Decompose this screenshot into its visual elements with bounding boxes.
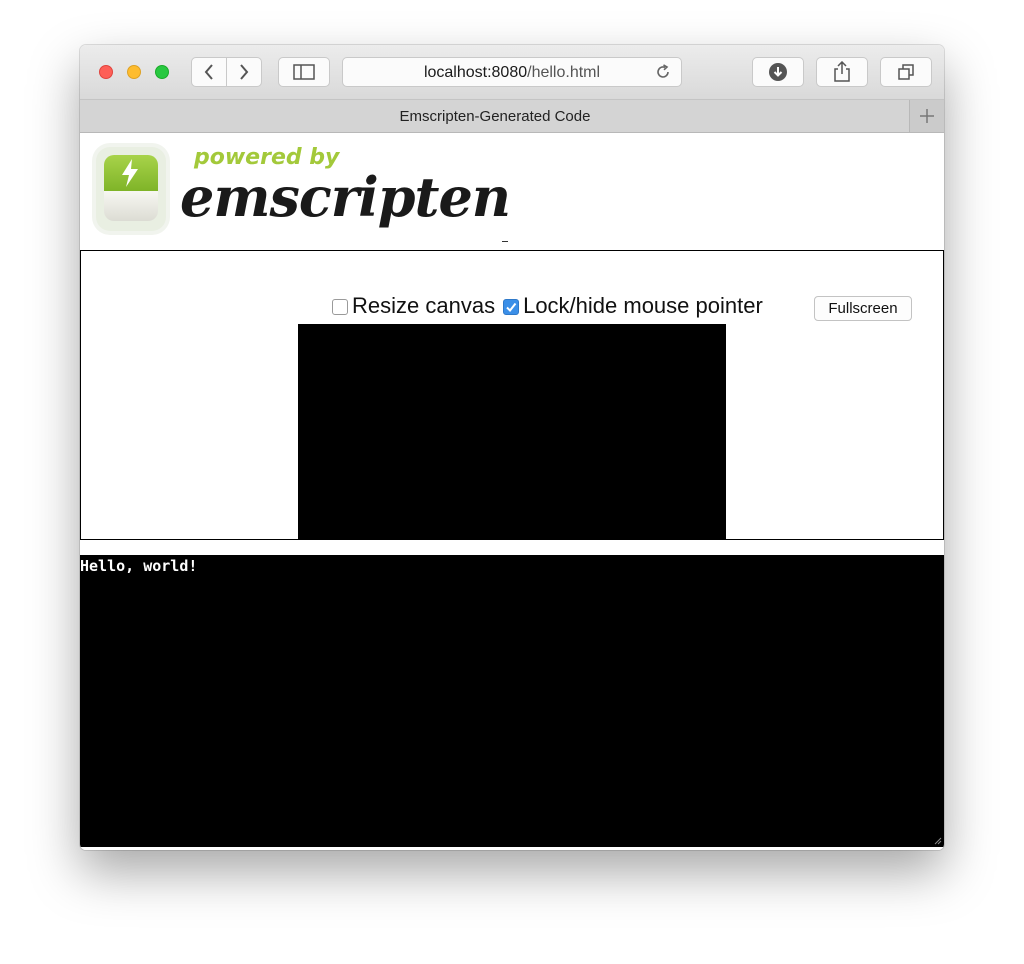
- download-icon: [769, 63, 787, 81]
- forward-icon: [240, 64, 249, 80]
- show-tabs-button[interactable]: [880, 57, 932, 87]
- back-button[interactable]: [191, 57, 227, 87]
- minimize-button[interactable]: [127, 65, 141, 79]
- output-textarea[interactable]: Hello, world!: [80, 555, 944, 847]
- sidebar-button[interactable]: [278, 57, 330, 87]
- back-icon: [204, 64, 213, 80]
- lock-pointer-checkbox[interactable]: [503, 299, 520, 315]
- tab-title[interactable]: Emscripten-Generated Code: [80, 108, 910, 125]
- emscripten-canvas[interactable]: [298, 324, 726, 539]
- browser-toolbar: localhost:8080/hello.html: [80, 45, 944, 100]
- fullscreen-button[interactable]: Fullscreen: [814, 296, 912, 321]
- new-tab-button[interactable]: [909, 100, 944, 132]
- resize-canvas-label: Resize canvas: [352, 293, 496, 318]
- close-button[interactable]: [99, 65, 113, 79]
- lightning-icon: [122, 159, 138, 187]
- lock-pointer-label: Lock/hide mouse pointer: [523, 293, 763, 318]
- forward-button[interactable]: [226, 57, 262, 87]
- resize-canvas-checkbox[interactable]: [332, 299, 348, 315]
- share-icon: [834, 61, 850, 82]
- reload-icon[interactable]: [654, 63, 672, 81]
- url-path: /hello.html: [527, 64, 601, 81]
- zoom-button[interactable]: [155, 65, 169, 79]
- url-text: localhost:8080/hello.html: [343, 64, 681, 82]
- url-host: localhost:8080: [423, 64, 528, 81]
- canvas-controls: Resize canvas Lock/hide mouse pointer: [332, 291, 771, 321]
- sidebar-icon: [293, 64, 315, 80]
- emscripten-logo[interactable]: powered by emscripten: [92, 141, 511, 231]
- tabs-icon: [898, 64, 914, 80]
- downloads-button[interactable]: [752, 57, 804, 87]
- page-content: powered by emscripten Resize canvas Lock…: [80, 133, 944, 850]
- spinner-placeholder: [502, 241, 508, 242]
- browser-window: localhost:8080/hello.html Emscripten-Gen…: [80, 45, 944, 850]
- checkmark-icon: [506, 302, 517, 313]
- logo-wordmark: emscripten: [180, 165, 511, 229]
- plus-icon: [920, 109, 934, 123]
- share-button[interactable]: [816, 57, 868, 87]
- resize-grip-icon[interactable]: [932, 835, 942, 845]
- output-text: Hello, world!: [80, 557, 198, 575]
- logo-badge: [96, 147, 166, 231]
- tab-bar: Emscripten-Generated Code: [80, 100, 944, 133]
- address-bar[interactable]: localhost:8080/hello.html: [342, 57, 682, 87]
- logo-badge-bottom: [104, 191, 158, 221]
